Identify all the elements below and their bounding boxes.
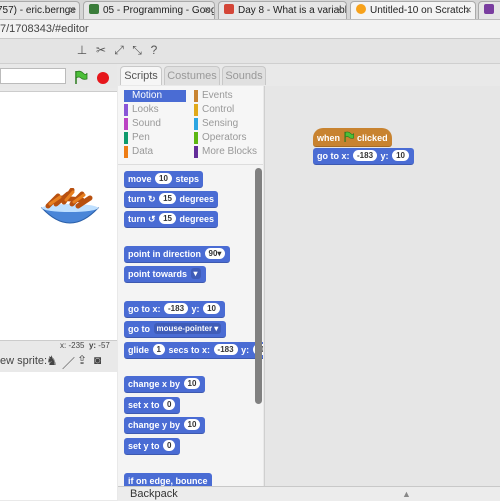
category-events[interactable]: Events [194,90,233,102]
tab-label: 05 - Programming - Goog [103,5,215,16]
x-input[interactable]: -183 [353,150,378,161]
x-label: x: [60,341,67,350]
upload-icon[interactable]: ⇪ [77,353,87,367]
project-title-field[interactable] [0,68,66,84]
y-input[interactable]: 10 [203,303,220,314]
scripts-area[interactable]: when clicked go to x: -183 y: 10 [264,86,500,486]
category-sound[interactable]: Sound [124,118,161,130]
degrees-input[interactable]: 15 [159,213,176,224]
category-operators[interactable]: Operators [194,132,246,144]
x-input[interactable]: -183 [213,344,238,355]
block-move-steps[interactable]: move 10 steps [124,171,203,188]
browser-tab-bar: 757) - eric.bernge ✕ 05 - Programming - … [0,0,500,20]
site-icon [224,4,234,14]
tab-costumes[interactable]: Costumes [164,66,220,85]
block-turn-left[interactable]: turn ↺ 15 degrees [124,211,219,228]
green-flag-icon [344,131,354,142]
block-glide[interactable]: glide 1 secs to x: -183 y: 10 [124,342,263,359]
stop-button[interactable] [97,72,109,84]
new-sprite-bar: ew sprite: ♞ ／ ⇪ ◙ [0,353,117,371]
category-motion[interactable]: Motion [124,90,186,102]
triangle-icon: ▲ [402,489,411,499]
editor-tabs: Scripts Costumes Sounds [118,64,266,86]
secs-input[interactable]: 1 [152,344,165,355]
grow-icon[interactable]: ⤢ [113,44,125,56]
x-value: -235 [68,341,85,350]
block-change-y[interactable]: change y by 10 [124,417,206,434]
rotate-counterclockwise-icon: ↺ [148,214,156,224]
block-go-to[interactable]: go to mouse-pointer ▾ [124,321,227,338]
drive-icon [89,4,99,14]
stage[interactable] [0,91,117,341]
block-categories: Motion Events Looks Control Sound Sensin… [118,86,263,165]
target-dropdown[interactable]: ▾ [190,268,201,279]
block-turn-right[interactable]: turn ↻ 15 degrees [124,191,219,208]
backpack-label: Backpack [130,488,178,500]
category-pen[interactable]: Pen [124,132,150,144]
sprite-library-icon[interactable]: ♞ [46,353,58,369]
x-input[interactable]: -183 [164,303,189,314]
browser-tab-scratch[interactable]: Untitled-10 on Scratch ✕ [350,1,476,19]
block-point-towards[interactable]: point towards ▾ [124,266,206,283]
close-icon[interactable]: ✕ [68,2,76,19]
block-change-x[interactable]: change x by 10 [124,376,206,393]
steps-input[interactable]: 10 [155,173,172,184]
close-icon[interactable]: ✕ [335,2,343,19]
category-data[interactable]: Data [124,146,153,158]
browser-tab-2[interactable]: 05 - Programming - Goog ✕ [83,1,215,19]
browser-tab-3[interactable]: Day 8 - What is a variable? ✕ [218,1,347,19]
y-label: y: [88,341,97,350]
value-input[interactable]: 0 [163,399,176,410]
value-input[interactable]: 10 [183,378,201,389]
rotate-clockwise-icon: ↻ [148,194,156,204]
tab-label: Untitled-10 on Scratch [370,5,469,16]
sprite-pane [0,372,117,500]
tab-label: Day 8 - What is a variable? [238,5,347,16]
block-go-to-xy[interactable]: go to x: -183 y: 10 [124,301,225,318]
block-point-in-direction[interactable]: point in direction 90▾ [124,246,231,263]
new-sprite-label: ew sprite: [0,355,48,367]
paint-brush-icon[interactable]: ／ [62,353,75,372]
value-input[interactable]: 10 [183,419,201,430]
value-input[interactable]: 0 [163,440,176,451]
scratch-icon [356,4,366,14]
backpack-bar[interactable]: Backpack ▲ [118,486,500,501]
category-sensing[interactable]: Sensing [194,118,238,130]
block-set-x[interactable]: set x to 0 [124,397,181,414]
site-icon [484,4,494,14]
close-icon[interactable]: ✕ [464,2,472,19]
direction-input[interactable]: 90▾ [204,248,226,259]
tab-sounds[interactable]: Sounds [222,66,266,85]
target-dropdown[interactable]: mouse-pointer ▾ [153,323,222,334]
browser-tab-1[interactable]: 757) - eric.bernge ✕ [0,1,80,19]
block-go-to-xy-script[interactable]: go to x: -183 y: 10 [313,148,414,165]
shrink-icon[interactable]: ⤡ [131,44,143,56]
cut-icon[interactable]: ✂ [95,44,107,56]
duplicate-stamp-icon[interactable]: ⊥ [76,44,88,56]
tab-scripts[interactable]: Scripts [120,66,162,85]
degrees-input[interactable]: 15 [159,193,176,204]
mouse-coordinates: x: -235 y: -57 [60,341,110,350]
palette-scrollbar[interactable] [255,168,262,404]
y-value: -57 [98,341,110,350]
help-icon[interactable]: ? [148,44,160,56]
camera-icon[interactable]: ◙ [94,353,101,367]
green-flag-icon[interactable] [74,70,88,84]
browser-tab-5[interactable] [478,1,500,19]
block-palette: move 10 steps turn ↻ 15 degrees turn ↺ 1… [118,165,263,488]
block-when-flag-clicked[interactable]: when clicked [313,128,392,147]
sprite-bowl-of-food[interactable] [38,188,102,236]
category-control[interactable]: Control [194,104,234,116]
y-input[interactable]: 10 [392,150,409,161]
editor-toolbar: ⊥ ✂ ⤢ ⤡ ? [0,39,500,64]
category-more-blocks[interactable]: More Blocks [194,146,257,158]
tab-label: 757) - eric.bernge [0,5,76,16]
url-text: 7/1708343/#editor [0,23,89,35]
close-icon[interactable]: ✕ [203,2,211,19]
address-bar[interactable]: 7/1708343/#editor [0,20,500,39]
category-looks[interactable]: Looks [124,104,159,116]
block-set-y[interactable]: set y to 0 [124,438,181,455]
